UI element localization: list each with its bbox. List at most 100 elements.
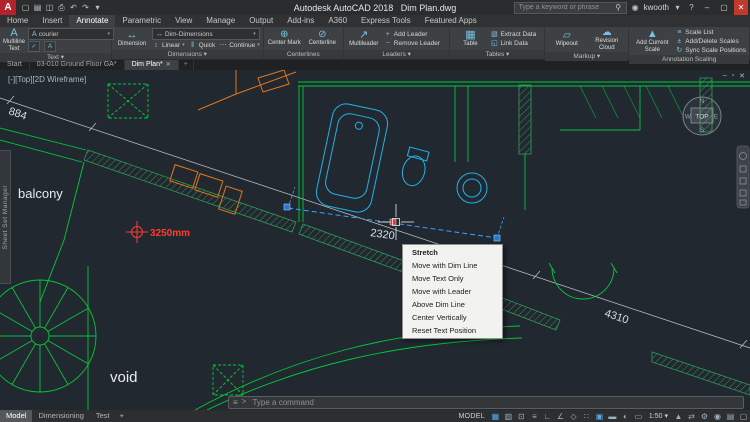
annotation-monitor-icon[interactable]: ◉: [711, 412, 724, 421]
open-file-icon[interactable]: ▤: [32, 3, 43, 12]
grid-icon[interactable]: ▦: [489, 412, 502, 421]
panel-caption-tables[interactable]: Tables ▾: [450, 50, 544, 59]
panel-caption-markup[interactable]: Markup ▾: [545, 52, 628, 61]
search-icon[interactable]: ⚲: [613, 3, 624, 12]
sheet-set-manager-palette-tab[interactable]: Sheet Set Manager: [0, 150, 11, 284]
menu-item-move-with-dim-line[interactable]: Move with Dim Line: [404, 259, 501, 272]
linear-dimension-button[interactable]: ↕ Linear ▾: [152, 41, 185, 49]
layout-tab-dimensioning[interactable]: Dimensioning: [32, 410, 89, 422]
panel-caption-annotation-scaling[interactable]: Annotation Scaling: [629, 55, 749, 64]
app-logo-icon[interactable]: A: [0, 0, 16, 15]
tab-a360[interactable]: A360: [321, 15, 354, 27]
tab-home[interactable]: Home: [0, 15, 35, 27]
clean-screen-icon[interactable]: ▢: [737, 412, 750, 421]
tab-addins[interactable]: Add-ins: [280, 15, 321, 27]
remove-leader-button[interactable]: − Remove Leader: [384, 39, 440, 47]
selection-cycling-icon[interactable]: ▭: [632, 412, 645, 421]
tab-output[interactable]: Output: [242, 15, 280, 27]
layout-tab-model[interactable]: Model: [0, 410, 32, 422]
file-tab-ground-floor[interactable]: 03-010 Ground Floor GA*: [30, 60, 125, 70]
save-icon[interactable]: ◫: [44, 3, 55, 12]
add-leader-button[interactable]: + Add Leader: [384, 30, 440, 38]
drawing-minimize-icon[interactable]: ‒: [723, 72, 727, 80]
quick-properties-icon[interactable]: ▤: [724, 412, 737, 421]
autoscale-icon[interactable]: ⇄: [685, 412, 698, 421]
command-input[interactable]: [250, 397, 739, 408]
multileader-button[interactable]: ↗ Multileader: [347, 28, 381, 49]
tab-annotate[interactable]: Annotate: [69, 15, 115, 27]
check-spelling-button[interactable]: ✓: [28, 41, 40, 52]
tab-close-icon[interactable]: ✕: [166, 60, 171, 70]
tab-express-tools[interactable]: Express Tools: [354, 15, 418, 27]
lineweight-icon[interactable]: ▬: [606, 412, 619, 421]
wipeout-button[interactable]: ▱ Wipeout: [548, 28, 585, 51]
object-snap-icon[interactable]: ▣: [593, 412, 606, 421]
help-icon[interactable]: ?: [686, 3, 697, 12]
text-style-manager-button[interactable]: A: [44, 41, 56, 52]
close-button[interactable]: ✕: [734, 0, 748, 15]
add-current-scale-button[interactable]: ▲ Add Current Scale: [632, 28, 672, 54]
dimension-button[interactable]: ↔ Dimension: [115, 28, 149, 49]
revision-cloud-button[interactable]: ☁ Revision Cloud: [588, 28, 625, 51]
new-layout-button[interactable]: +: [116, 410, 128, 422]
account-dropdown-icon[interactable]: ▾: [672, 3, 683, 12]
snap-mode-icon[interactable]: ▥: [502, 412, 515, 421]
navigation-bar[interactable]: [737, 146, 749, 208]
isometric-drafting-icon[interactable]: ◇: [567, 412, 580, 421]
tab-insert[interactable]: Insert: [35, 15, 69, 27]
menu-item-center-vertically[interactable]: Center Vertically: [404, 311, 501, 324]
dynamic-input-icon[interactable]: ≡: [528, 412, 541, 421]
undo-icon[interactable]: ↶: [68, 3, 79, 12]
qat-dropdown-icon[interactable]: ▾: [92, 3, 103, 12]
annotation-visibility-icon[interactable]: ▲: [672, 412, 685, 421]
panel-caption-dimensions[interactable]: Dimensions ▾: [112, 50, 263, 59]
tab-parametric[interactable]: Parametric: [115, 15, 168, 27]
search-input[interactable]: [517, 3, 613, 12]
viewcube[interactable]: TOP N W S E: [683, 97, 721, 135]
menu-item-move-with-leader[interactable]: Move with Leader: [404, 285, 501, 298]
plot-icon[interactable]: ⎙: [56, 3, 67, 13]
link-data-button[interactable]: ◱ Link Data: [490, 39, 536, 47]
command-customize-icon[interactable]: ≡: [233, 398, 238, 407]
model-space-indicator[interactable]: MODEL: [455, 413, 489, 420]
object-snap-tracking-icon[interactable]: ∷: [580, 412, 593, 421]
account-name[interactable]: kwooth: [644, 3, 669, 12]
add-delete-scales-button[interactable]: ± Add/Delete Scales: [675, 37, 746, 45]
workspace-gear-icon[interactable]: ⚙: [698, 412, 711, 421]
maximize-button[interactable]: ▢: [717, 0, 731, 15]
drawing-close-icon[interactable]: ✕: [739, 72, 745, 80]
extract-data-button[interactable]: ▧ Extract Data: [490, 30, 536, 38]
dim-text-2320[interactable]: 2320: [370, 227, 396, 242]
menu-item-above-dim-line[interactable]: Above Dim Line: [404, 298, 501, 311]
tab-view[interactable]: View: [168, 15, 199, 27]
new-file-icon[interactable]: ▢: [20, 3, 31, 12]
file-tab-start[interactable]: Start: [0, 60, 30, 70]
center-mark-button[interactable]: ⊕ Center Mark: [267, 28, 302, 49]
viewport-controls[interactable]: [-][Top][2D Wireframe]: [8, 75, 86, 84]
table-button[interactable]: ▦ Table: [453, 28, 487, 49]
scale-list-button[interactable]: ≡ Scale List: [675, 28, 746, 36]
grip[interactable]: [284, 204, 290, 210]
menu-item-reset-text-position[interactable]: Reset Text Position: [404, 324, 501, 337]
layout-tab-test[interactable]: Test: [90, 410, 116, 422]
account-icon[interactable]: ◉: [630, 3, 641, 12]
grip[interactable]: [494, 235, 500, 241]
quick-dimension-button[interactable]: ‖ Quick: [189, 41, 216, 49]
new-drawing-tab-button[interactable]: +: [179, 60, 194, 70]
minimize-button[interactable]: –: [700, 0, 714, 15]
menu-item-stretch[interactable]: Stretch: [404, 246, 501, 259]
infer-constraints-icon[interactable]: ⊡: [515, 412, 528, 421]
tab-featured-apps[interactable]: Featured Apps: [418, 15, 484, 27]
transparency-icon[interactable]: ◐: [619, 412, 632, 421]
panel-caption-leaders[interactable]: Leaders ▾: [344, 50, 450, 59]
polar-tracking-icon[interactable]: ∠: [554, 412, 567, 421]
multiline-text-button[interactable]: A Multiline Text: [3, 28, 25, 52]
menu-item-move-text-only[interactable]: Move Text Only: [404, 272, 501, 285]
annotation-scale-control[interactable]: 1:50 ▾: [645, 412, 672, 420]
file-tab-dim-plan[interactable]: Dim Plan* ✕: [125, 60, 179, 70]
drawing-canvas[interactable]: 884 4310: [0, 70, 750, 410]
text-style-combo[interactable]: A courier ▾: [28, 28, 114, 40]
sync-scale-positions-button[interactable]: ↻ Sync Scale Positions: [675, 46, 746, 54]
redo-icon[interactable]: ↷: [80, 3, 91, 12]
ortho-icon[interactable]: ∟: [541, 412, 554, 421]
